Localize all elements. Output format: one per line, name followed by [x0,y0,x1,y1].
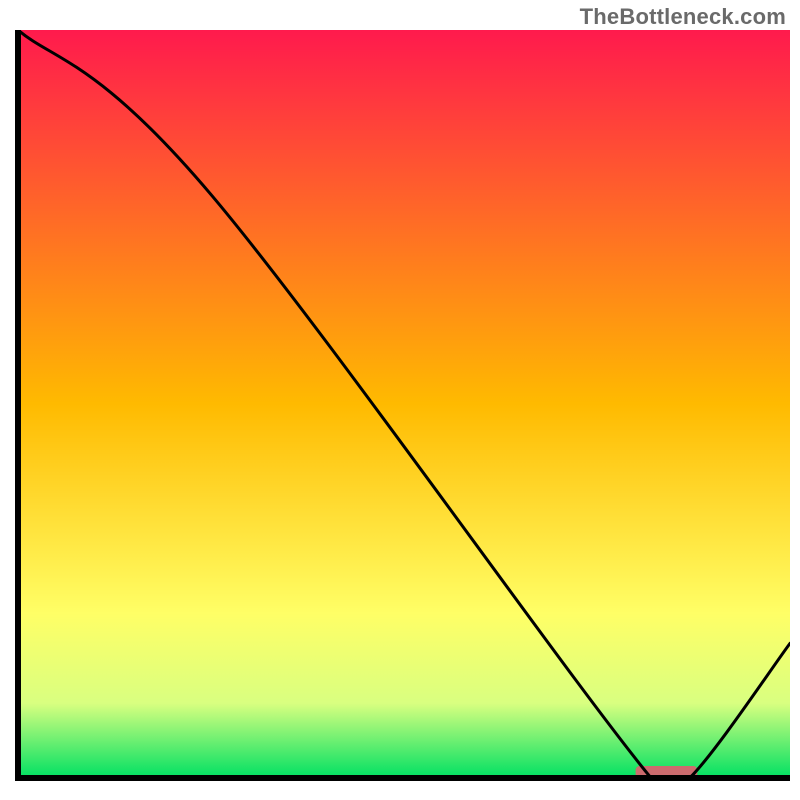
chart-container: { "watermark": "TheBottleneck.com", "cha… [0,0,800,800]
bottleneck-curve-chart [0,0,800,800]
gradient-background [18,30,790,778]
watermark-label: TheBottleneck.com [580,4,786,30]
